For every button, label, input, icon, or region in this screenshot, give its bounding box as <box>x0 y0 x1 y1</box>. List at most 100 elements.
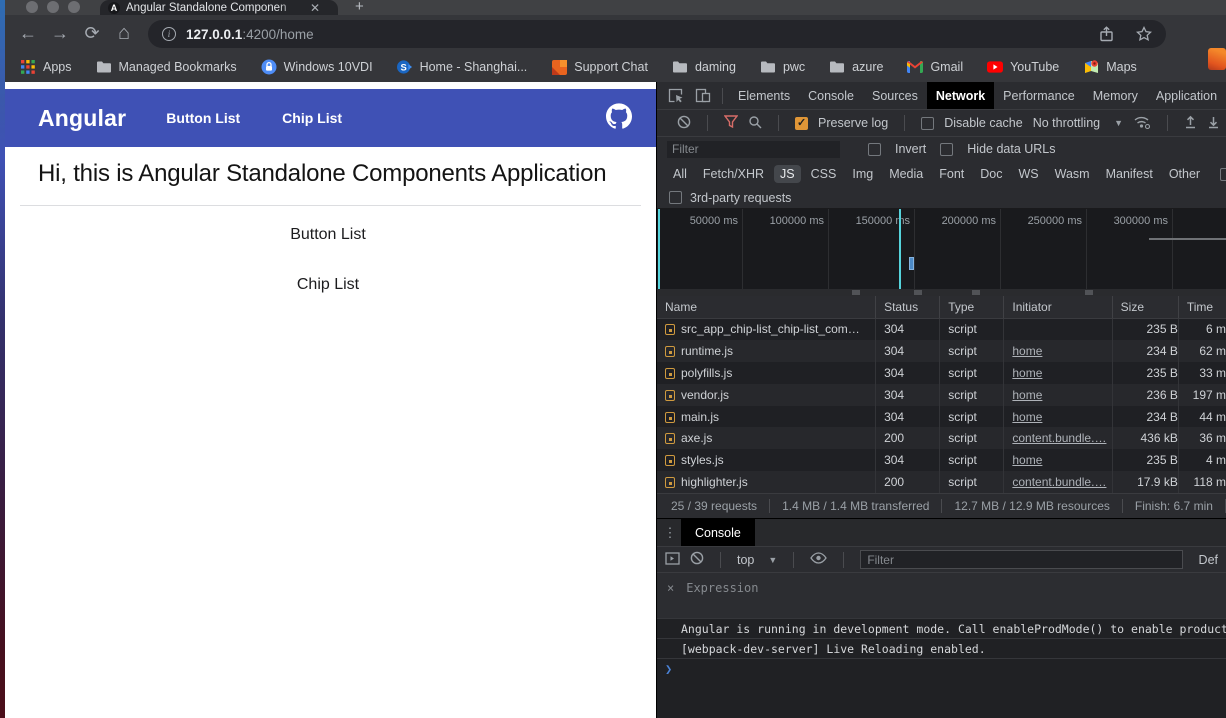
type-filter-chip[interactable]: Fetch/XHR <box>697 165 770 183</box>
close-window-button[interactable] <box>26 1 38 13</box>
type-filter-chip[interactable]: All <box>667 165 693 183</box>
console-filter-input[interactable]: Filter <box>860 550 1182 569</box>
share-icon[interactable] <box>1099 26 1114 42</box>
request-name[interactable]: polyfills.js <box>657 362 876 384</box>
search-icon[interactable] <box>748 115 762 132</box>
type-filter-chip[interactable]: Media <box>883 165 929 183</box>
hide-data-urls-checkbox[interactable] <box>940 143 953 156</box>
network-conditions-icon[interactable] <box>1133 115 1151 132</box>
col-header-name[interactable]: Name <box>657 296 876 318</box>
request-name[interactable]: src_app_chip-list_chip-list_com… <box>657 318 876 340</box>
devtools-tab[interactable]: Network <box>927 82 994 109</box>
request-row[interactable]: src_app_chip-list_chip-list_com… 304 scr… <box>657 318 1226 340</box>
type-filter-chip[interactable]: Img <box>846 165 879 183</box>
invert-checkbox[interactable] <box>868 143 881 156</box>
request-row[interactable]: vendor.js 304 script home 236 B 197 m <box>657 384 1226 406</box>
bookmark-item[interactable]: S Home - Shanghai... <box>397 59 528 75</box>
new-tab-button[interactable]: + <box>355 0 364 15</box>
bookmark-item[interactable]: pwc <box>760 59 805 75</box>
devtools-tab[interactable]: Console <box>799 82 863 109</box>
throttling-select[interactable]: No throttling <box>1033 116 1100 130</box>
request-name[interactable]: vendor.js <box>657 384 876 406</box>
github-icon[interactable] <box>606 103 632 134</box>
request-name[interactable]: axe.js <box>657 427 876 449</box>
browser-tab[interactable]: A Angular Standalone Componen ✕ <box>100 0 338 15</box>
console-message[interactable]: Angular is running in development mode. … <box>657 618 1226 638</box>
context-selector[interactable]: top <box>737 553 754 567</box>
request-row[interactable]: axe.js 200 script content.bundle.… 436 k… <box>657 427 1226 449</box>
request-row[interactable]: styles.js 304 script home 235 B 4 m <box>657 449 1226 471</box>
export-har-icon[interactable] <box>1207 115 1220 132</box>
network-overview-timeline[interactable]: 50000 ms 100000 ms 150000 ms 200000 ms 2… <box>657 209 1226 296</box>
request-row[interactable]: runtime.js 304 script home 234 B 62 m <box>657 340 1226 362</box>
has-blocked-cookies-checkbox[interactable] <box>1220 168 1226 181</box>
type-filter-chip[interactable]: Font <box>933 165 970 183</box>
inspect-element-icon[interactable] <box>668 88 685 103</box>
bookmark-item[interactable]: Gmail <box>907 59 963 75</box>
col-header-size[interactable]: Size <box>1112 296 1178 318</box>
bookmark-item[interactable]: Maps <box>1083 59 1137 75</box>
network-filter-input[interactable]: Filter <box>667 141 840 158</box>
reload-button[interactable]: ⟳ <box>76 23 108 44</box>
app-nav-link[interactable]: Button List <box>166 110 240 126</box>
type-filter-chip[interactable]: CSS <box>805 165 843 183</box>
console-empty-area[interactable] <box>657 678 1226 718</box>
device-toolbar-icon[interactable] <box>695 88 711 103</box>
disable-cache-checkbox[interactable] <box>921 117 934 130</box>
close-icon[interactable]: × <box>667 581 674 595</box>
col-header-status[interactable]: Status <box>876 296 940 318</box>
tab-close-icon[interactable]: ✕ <box>310 2 320 14</box>
address-bar[interactable]: i 127.0.0.1:4200/home <box>148 20 1166 48</box>
type-filter-chip[interactable]: Wasm <box>1049 165 1096 183</box>
home-button[interactable]: ⌂ <box>108 22 140 45</box>
eye-icon[interactable] <box>810 552 827 567</box>
bookmark-item[interactable]: YouTube <box>987 59 1059 75</box>
import-har-icon[interactable] <box>1184 115 1197 132</box>
devtools-tab[interactable]: Performance <box>994 82 1084 109</box>
bookmark-item[interactable]: azure <box>829 59 883 75</box>
devtools-tab[interactable]: Elements <box>729 82 799 109</box>
devtools-tab[interactable]: Application <box>1147 82 1226 109</box>
bookmark-item[interactable]: daming <box>672 59 736 75</box>
third-party-checkbox[interactable] <box>669 191 682 204</box>
request-name[interactable]: main.js <box>657 406 876 428</box>
zoom-window-button[interactable] <box>68 1 80 13</box>
type-filter-chip[interactable]: WS <box>1012 165 1044 183</box>
type-filter-chip[interactable]: Doc <box>974 165 1008 183</box>
extension-icon[interactable] <box>1208 48 1226 70</box>
log-levels-select[interactable]: Def <box>1193 553 1218 567</box>
page-link[interactable]: Button List <box>0 226 656 244</box>
more-tools-icon[interactable]: ⋮ <box>663 525 677 541</box>
type-filter-chip[interactable]: Other <box>1163 165 1206 183</box>
timeline-scroll-strip[interactable] <box>657 289 1226 296</box>
col-header-type[interactable]: Type <box>940 296 1004 318</box>
clear-console-icon[interactable] <box>690 551 704 568</box>
clear-icon[interactable] <box>677 115 691 132</box>
request-row[interactable]: polyfills.js 304 script home 235 B 33 m <box>657 362 1226 384</box>
type-filter-chip[interactable]: Manifest <box>1100 165 1159 183</box>
console-prompt[interactable]: ❯ <box>657 658 1226 678</box>
console-message[interactable]: [webpack-dev-server] Live Reloading enab… <box>657 638 1226 658</box>
bookmark-item[interactable]: Managed Bookmarks <box>96 59 237 75</box>
forward-button[interactable]: → <box>44 23 76 44</box>
back-button[interactable]: ← <box>12 23 44 44</box>
console-sidebar-icon[interactable] <box>665 552 680 568</box>
request-row[interactable]: highlighter.js 200 script content.bundle… <box>657 471 1226 493</box>
request-row[interactable]: main.js 304 script home 234 B 44 m <box>657 406 1226 428</box>
devtools-tab[interactable]: Memory <box>1084 82 1147 109</box>
type-filter-chip[interactable]: JS <box>774 165 801 183</box>
minimize-window-button[interactable] <box>47 1 59 13</box>
bookmark-item[interactable]: Windows 10VDI <box>261 59 373 75</box>
devtools-tab[interactable]: Sources <box>863 82 927 109</box>
request-name[interactable]: styles.js <box>657 449 876 471</box>
request-name[interactable]: highlighter.js <box>657 471 876 493</box>
col-header-time[interactable]: Time <box>1178 296 1226 318</box>
preserve-log-checkbox[interactable] <box>795 117 808 130</box>
bookmark-item[interactable]: Apps <box>20 59 72 75</box>
app-nav-link[interactable]: Chip List <box>282 110 342 126</box>
console-drawer-tab[interactable]: Console <box>681 519 755 546</box>
bookmark-star-icon[interactable] <box>1136 26 1152 42</box>
page-link[interactable]: Chip List <box>0 276 656 294</box>
request-name[interactable]: runtime.js <box>657 340 876 362</box>
col-header-initiator[interactable]: Initiator <box>1004 296 1112 318</box>
